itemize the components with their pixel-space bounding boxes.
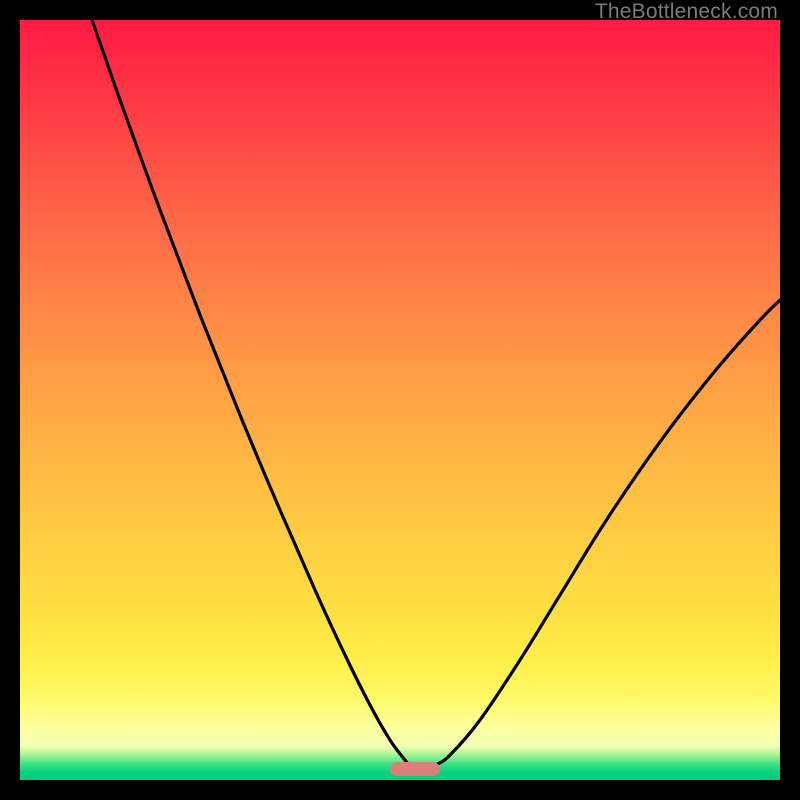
bottleneck-curve bbox=[20, 20, 780, 780]
min-marker-pill bbox=[390, 762, 440, 776]
plot-area bbox=[20, 20, 780, 780]
